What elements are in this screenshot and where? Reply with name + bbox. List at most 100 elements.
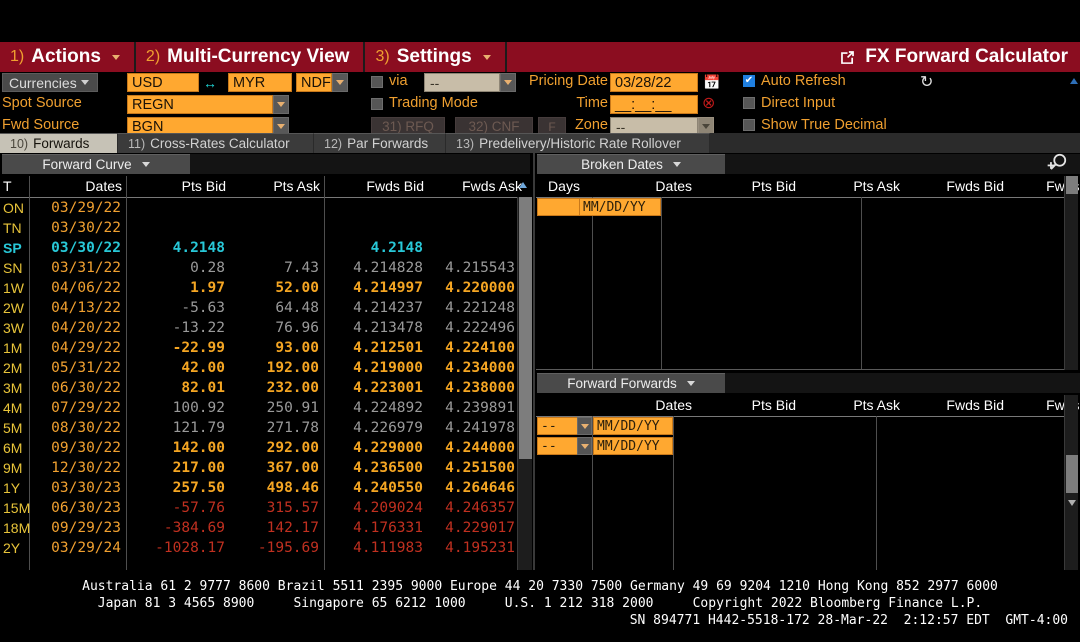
tenor-cell-3w[interactable]: 3W — [0, 318, 28, 338]
cell-pts-ask-1m[interactable]: 93.00 — [230, 338, 322, 358]
cell-fwds-ask-sn[interactable]: 4.215543 — [428, 258, 518, 278]
cell-date-2m[interactable]: 05/31/22 — [30, 358, 124, 378]
cell-fwds-ask-9m[interactable]: 4.251500 — [428, 458, 518, 478]
bd-col-header-pts-ask[interactable]: Pts Ask — [800, 176, 904, 197]
pricing-date-input[interactable]: 03/28/22 — [610, 73, 698, 92]
bd-col-header-dates[interactable]: Dates — [592, 176, 696, 197]
cell-fwds-bid-4m[interactable]: 4.224892 — [326, 398, 426, 418]
cell-pts-ask-18m[interactable]: 142.17 — [230, 518, 322, 538]
tenor-cell-9m[interactable]: 9M — [0, 458, 28, 478]
col-header-fwds-bid[interactable]: Fwds Bid — [324, 176, 428, 197]
cell-pts-ask-2y[interactable]: -195.69 — [230, 538, 322, 558]
quote-currency-input[interactable]: MYR — [228, 73, 292, 92]
cell-date-tn[interactable]: 03/30/22 — [30, 218, 124, 238]
ff-row-0-dropdown-toggle[interactable] — [577, 417, 592, 435]
cell-pts-bid-sp[interactable]: 4.2148 — [128, 238, 228, 258]
trading-mode-checkbox[interactable] — [371, 98, 383, 110]
cell-pts-ask-1y[interactable]: 498.46 — [230, 478, 322, 498]
cell-pts-bid-1m[interactable]: -22.99 — [128, 338, 228, 358]
auto-refresh-checkbox[interactable] — [743, 75, 755, 87]
external-link-icon[interactable] — [839, 49, 856, 66]
ndf-field[interactable]: NDF — [296, 73, 332, 92]
pane-splitter[interactable] — [533, 153, 535, 570]
cell-fwds-ask-2m[interactable]: 4.234000 — [428, 358, 518, 378]
cell-fwds-bid-9m[interactable]: 4.236500 — [326, 458, 426, 478]
forward-forwards-section-header[interactable]: Forward Forwards — [537, 373, 725, 393]
cell-pts-bid-3m[interactable]: 82.01 — [128, 378, 228, 398]
cell-pts-bid-1y[interactable]: 257.50 — [128, 478, 228, 498]
cell-date-on[interactable]: 03/29/22 — [30, 198, 124, 218]
cell-pts-bid-2y[interactable]: -1028.17 — [128, 538, 228, 558]
col-header-pts-ask[interactable]: Pts Ask — [230, 176, 324, 197]
cell-pts-bid-18m[interactable]: -384.69 — [128, 518, 228, 538]
tab-predelivery-historic-rate-rollover[interactable]: 13) Predelivery/Historic Rate Rollover — [446, 133, 710, 153]
cell-fwds-bid-sn[interactable]: 4.214828 — [326, 258, 426, 278]
col-header-dates[interactable]: Dates — [30, 176, 126, 197]
broken-dates-date-input[interactable]: MM/DD/YY — [579, 198, 661, 216]
cell-pts-ask-6m[interactable]: 292.00 — [230, 438, 322, 458]
cell-fwds-bid-3m[interactable]: 4.223001 — [326, 378, 426, 398]
tenor-cell-tn[interactable]: TN — [0, 218, 28, 238]
show-true-decimal-checkbox[interactable] — [743, 119, 755, 131]
cell-pts-ask-4m[interactable]: 250.91 — [230, 398, 322, 418]
cell-pts-bid-15m[interactable]: -57.76 — [128, 498, 228, 518]
swap-currencies-icon[interactable]: ↔ — [203, 75, 217, 91]
cell-fwds-ask-18m[interactable]: 4.229017 — [428, 518, 518, 538]
cell-date-sn[interactable]: 03/31/22 — [30, 258, 124, 278]
cell-date-4m[interactable]: 07/29/22 — [30, 398, 124, 418]
cell-pts-ask-5m[interactable]: 271.78 — [230, 418, 322, 438]
cell-pts-ask-3m[interactable]: 232.00 — [230, 378, 322, 398]
direct-input-checkbox[interactable] — [743, 97, 755, 109]
tab-forwards[interactable]: 10) Forwards — [0, 133, 118, 153]
cell-fwds-ask-1w[interactable]: 4.220000 — [428, 278, 518, 298]
scroll-down-arrow-icon[interactable] — [1068, 500, 1076, 506]
calendar-icon[interactable]: 📅 — [703, 74, 720, 91]
cell-pts-ask-15m[interactable]: 315.57 — [230, 498, 322, 518]
cell-pts-bid-3w[interactable]: -13.22 — [128, 318, 228, 338]
refresh-icon[interactable]: ↻ — [920, 72, 933, 92]
cell-fwds-bid-2w[interactable]: 4.214237 — [326, 298, 426, 318]
tenor-cell-2w[interactable]: 2W — [0, 298, 28, 318]
ff-col-header-pts-bid[interactable]: Pts Bid — [696, 395, 800, 416]
cell-fwds-ask-1m[interactable]: 4.224100 — [428, 338, 518, 358]
cell-date-2w[interactable]: 04/13/22 — [30, 298, 124, 318]
ff-row-1-dropdown-toggle[interactable] — [577, 437, 592, 455]
cell-fwds-ask-3m[interactable]: 4.238000 — [428, 378, 518, 398]
cell-pts-ask-1w[interactable]: 52.00 — [230, 278, 322, 298]
toolbar-item-actions[interactable]: 1) Actions — [0, 42, 136, 72]
cell-date-3m[interactable]: 06/30/22 — [30, 378, 124, 398]
tenor-cell-4m[interactable]: 4M — [0, 398, 28, 418]
tenor-cell-15m[interactable]: 15M — [0, 498, 28, 518]
broken-dates-section-header[interactable]: Broken Dates — [537, 154, 725, 174]
cell-fwds-ask-4m[interactable]: 4.239891 — [428, 398, 518, 418]
ff-row-0-date-input[interactable]: MM/DD/YY — [593, 417, 673, 435]
tenor-cell-1y[interactable]: 1Y — [0, 478, 28, 498]
cell-pts-bid-5m[interactable]: 121.79 — [128, 418, 228, 438]
broken-dates-scrollbar-thumb[interactable] — [1066, 176, 1078, 194]
cell-pts-bid-4m[interactable]: 100.92 — [128, 398, 228, 418]
base-currency-input[interactable]: USD — [127, 73, 199, 92]
cell-fwds-bid-2y[interactable]: 4.111983 — [326, 538, 426, 558]
cell-date-1w[interactable]: 04/06/22 — [30, 278, 124, 298]
cell-fwds-ask-5m[interactable]: 4.241978 — [428, 418, 518, 438]
cell-pts-bid-2m[interactable]: 42.00 — [128, 358, 228, 378]
ff-col-header-pts-ask[interactable]: Pts Ask — [800, 395, 904, 416]
tenor-cell-2y[interactable]: 2Y — [0, 538, 28, 558]
cell-date-3w[interactable]: 04/20/22 — [30, 318, 124, 338]
cell-fwds-ask-2y[interactable]: 4.195231 — [428, 538, 518, 558]
col-header-tenor[interactable]: T — [0, 176, 30, 197]
zoom-in-icon[interactable] — [1046, 152, 1068, 178]
ff-row-1-date-input[interactable]: MM/DD/YY — [593, 437, 673, 455]
forward-curve-scrollbar[interactable] — [517, 197, 532, 570]
cell-fwds-bid-1y[interactable]: 4.240550 — [326, 478, 426, 498]
cell-date-15m[interactable]: 06/30/23 — [30, 498, 124, 518]
forward-curve-scrollbar-thumb[interactable] — [519, 197, 532, 459]
via-checkbox[interactable] — [371, 76, 383, 88]
tenor-cell-1m[interactable]: 1M — [0, 338, 28, 358]
tenor-cell-2m[interactable]: 2M — [0, 358, 28, 378]
ff-col-header-dates[interactable]: Dates — [592, 395, 696, 416]
cell-date-18m[interactable]: 09/29/23 — [30, 518, 124, 538]
cell-pts-bid-2w[interactable]: -5.63 — [128, 298, 228, 318]
cell-date-1y[interactable]: 03/30/23 — [30, 478, 124, 498]
ff-row-1-select[interactable]: -- — [537, 437, 579, 455]
